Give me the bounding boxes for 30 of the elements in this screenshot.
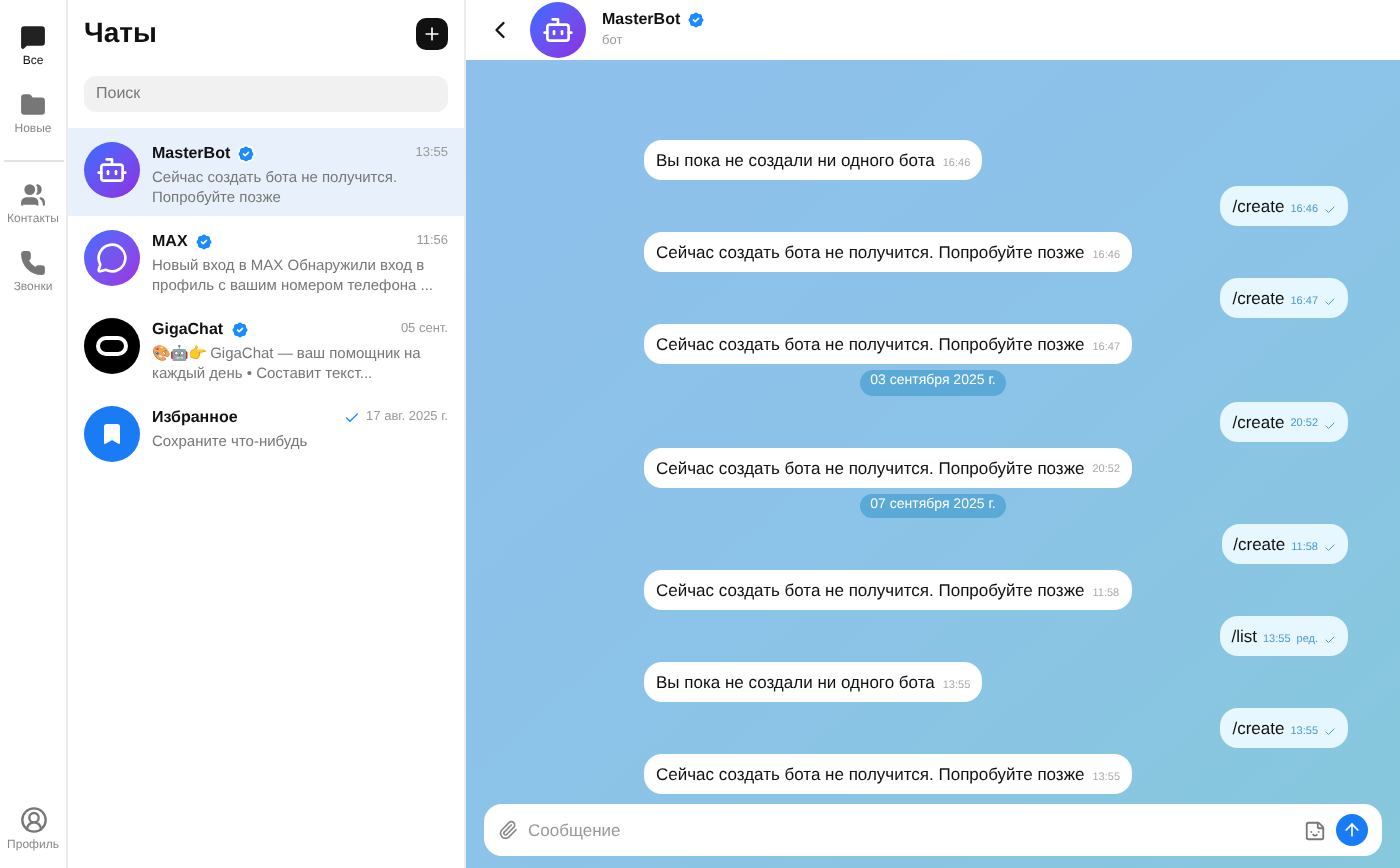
new-chat-button[interactable]: [416, 17, 448, 49]
message-input[interactable]: Сообщение: [528, 817, 1294, 843]
send-button[interactable]: [1336, 814, 1368, 846]
plus-icon: [422, 23, 442, 43]
paperclip-icon[interactable]: [498, 820, 518, 840]
sent-check-icon: [1324, 542, 1336, 554]
swirl-logo-avatar: [84, 318, 140, 374]
sent-check-icon: [1324, 634, 1336, 646]
phone-icon: [20, 250, 46, 276]
chats-title: Чаты: [84, 14, 157, 52]
bookmark-avatar: [84, 406, 140, 462]
chat-name: MasterBot: [152, 142, 231, 166]
user-icon: [19, 806, 47, 834]
sent-check-icon: [1324, 204, 1336, 216]
sent-check-icon: [1324, 296, 1336, 308]
arrow-up-icon: [1342, 820, 1362, 840]
folder-icon: [19, 92, 46, 118]
sent-check-icon: [1324, 726, 1336, 738]
sticker-icon[interactable]: [1304, 819, 1326, 841]
people-icon: [19, 182, 46, 208]
sent-check-icon: [1324, 419, 1336, 431]
chat-name: MAX: [152, 230, 188, 254]
message-composer[interactable]: Сообщение: [484, 804, 1382, 856]
chat-bubble-icon: [20, 24, 46, 50]
contact-name: MasterBot: [602, 8, 681, 33]
search-field[interactable]: Поиск: [84, 75, 448, 111]
chat-name: GigaChat: [152, 318, 224, 342]
bot-avatar: [84, 142, 140, 198]
chat-logo-avatar: [84, 230, 140, 286]
chat-name: Избранное: [152, 406, 238, 430]
